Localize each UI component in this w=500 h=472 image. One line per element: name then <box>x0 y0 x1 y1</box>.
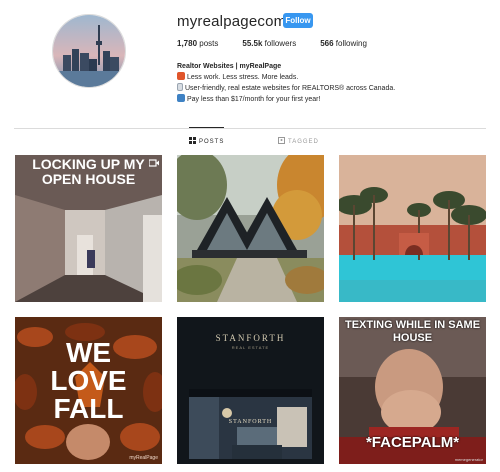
tab-posts-label: POSTS <box>199 138 225 145</box>
profile-display-name: Realtor Websites | myRealPage <box>177 63 282 70</box>
caption-line: LOVE <box>50 365 127 396</box>
collision-emoji-icon <box>177 72 185 80</box>
bio-line-text: User-friendly, real estate websites for … <box>185 85 396 92</box>
post-tile-facepalm-meme[interactable]: TEXTING WHILE IN SAME HOUSE *FACEPALM* m… <box>339 317 486 464</box>
followers-count-label: followers <box>262 39 297 48</box>
following-count-label: following <box>333 39 367 48</box>
post-caption-overlay: LOCKING UP MY OPEN HOUSE <box>15 157 162 187</box>
post-tile-we-love-fall[interactable]: WE LOVE FALL myRealPage <box>15 317 162 464</box>
grid-icon <box>189 137 196 146</box>
resort-pool-image <box>339 155 486 302</box>
tab-tagged-label: TAGGED <box>288 138 319 145</box>
tab-tagged[interactable]: TAGGED <box>278 137 319 146</box>
post-caption-overlay: WE LOVE FALL <box>15 339 162 423</box>
tab-divider <box>14 128 486 129</box>
post-tile-locking-up[interactable]: LOCKING UP MY OPEN HOUSE <box>15 155 162 302</box>
a-frame-house-image <box>177 155 324 302</box>
caption-line: OPEN HOUSE <box>41 171 136 187</box>
caption-line: WE <box>65 337 112 368</box>
following-count[interactable]: 566 following <box>320 39 367 48</box>
profile-bio: Realtor Websites | myRealPage Less work.… <box>177 61 395 105</box>
profile-stats: 1,780 posts 55.5k followers 566 followin… <box>177 39 391 48</box>
posts-count[interactable]: 1,780 posts <box>177 39 218 48</box>
profile-avatar[interactable] <box>52 14 126 88</box>
bio-line: Pay less than $17/month for your first y… <box>177 94 395 105</box>
caption-line: LOCKING UP MY <box>32 156 145 172</box>
bio-line: Less work. Less stress. More leads. <box>177 72 395 83</box>
followers-count-value: 55.5k <box>242 39 263 48</box>
post-tile-stanforth[interactable]: STANFORTH REAL ESTATE STANFORTH <box>177 317 324 464</box>
city-skyline-image <box>53 15 125 87</box>
follow-button[interactable]: Follow <box>283 13 313 28</box>
video-icon <box>149 159 159 167</box>
profile-username: myrealpagecom <box>177 13 287 30</box>
followers-count[interactable]: 55.5k followers <box>242 39 296 48</box>
caption-line: TEXTING WHILE IN SAME <box>344 319 481 331</box>
caption-line: FALL <box>53 393 124 424</box>
brand-logo: STANFORTH <box>215 333 286 343</box>
following-count-value: 566 <box>320 39 334 48</box>
post-tile-resort-pool[interactable] <box>339 155 486 302</box>
posts-count-value: 1,780 <box>177 39 198 48</box>
meme-bottom-text: *FACEPALM* <box>365 434 460 451</box>
bio-line: User-friendly, real estate websites for … <box>177 83 395 94</box>
post-tile-a-frame-house[interactable] <box>177 155 324 302</box>
watermark: myRealPage <box>129 455 158 461</box>
watermark: memegenerator <box>454 457 483 462</box>
phone-emoji-icon <box>177 83 183 91</box>
brand-logo-subtitle: REAL ESTATE <box>231 345 270 350</box>
tab-posts[interactable]: POSTS <box>189 127 225 146</box>
caption-line: HOUSE <box>392 332 433 344</box>
screen-logo: STANFORTH <box>228 419 273 425</box>
info-emoji-icon <box>177 94 185 102</box>
tag-icon <box>278 137 285 146</box>
posts-count-label: posts <box>197 39 219 48</box>
meme-top-text: TEXTING WHILE IN SAME HOUSE <box>339 319 486 345</box>
bio-line-text: Pay less than $17/month for your first y… <box>187 96 321 103</box>
bio-line-text: Less work. Less stress. More leads. <box>187 74 299 81</box>
